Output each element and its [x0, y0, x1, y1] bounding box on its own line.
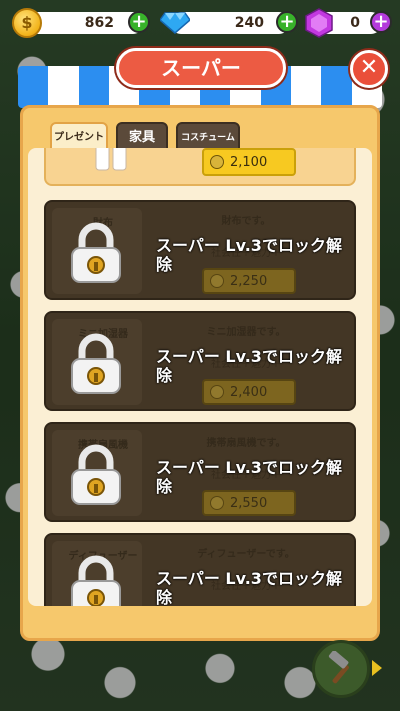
buy-button[interactable]: 2,100	[202, 148, 296, 176]
list-item[interactable]: 財布 財布です。 社会性＋魅力＋ 2,250 スーパー Lv.3でロック解除	[44, 200, 356, 300]
tab-costume[interactable]: コスチューム	[176, 122, 240, 150]
padlock-icon	[71, 555, 121, 606]
gem-amount: 240	[234, 15, 264, 31]
page-title: スーパー	[116, 48, 286, 88]
lock-message: スーパー Lv.3でロック解除	[156, 458, 342, 496]
list-item[interactable]: ミニ加湿器 ミニ加湿器です。 社会性＋魅力＋ 2,400 スーパー Lv.3でロ…	[44, 311, 356, 411]
padlock-icon	[71, 222, 121, 283]
premium-amount: 0	[350, 15, 360, 31]
close-button[interactable]: ✕	[350, 50, 388, 88]
list-item: 2,100	[44, 148, 356, 186]
coin-icon: $	[12, 8, 42, 38]
lock-message: スーパー Lv.3でロック解除	[156, 236, 342, 274]
tab-furniture[interactable]: 家具	[116, 122, 168, 150]
item-list[interactable]: 2,100 財布 財布です。 社会性＋魅力＋ 2,250 スーパー Lv.3でロ…	[28, 148, 372, 606]
tab-present[interactable]: プレゼント	[50, 122, 108, 150]
close-icon: ✕	[359, 55, 379, 80]
add-gems-button[interactable]: +	[276, 11, 298, 33]
coin-icon	[210, 155, 224, 169]
add-coins-button[interactable]: +	[128, 11, 150, 33]
build-hammer-button[interactable]	[312, 640, 370, 698]
add-premium-button[interactable]: +	[370, 11, 392, 33]
lock-message: スーパー Lv.3でロック解除	[156, 347, 342, 385]
list-item[interactable]: ディフューザー ディフューザーです。 社会性＋魅力＋ スーパー Lv.3でロック…	[44, 533, 356, 606]
purple-gem-icon	[305, 8, 333, 38]
blue-gem-icon	[160, 12, 190, 34]
currency-bar: 862 $ + 240 + 0 +	[0, 0, 400, 44]
padlock-icon	[71, 333, 121, 394]
gift-item-icon	[95, 148, 127, 171]
list-item[interactable]: 携帯扇風機 携帯扇風機です。 社会性＋魅力＋ 2,550 スーパー Lv.3でロ…	[44, 422, 356, 522]
hammer-icon	[328, 651, 349, 684]
arrow-right-icon[interactable]	[372, 660, 382, 676]
item-price: 2,100	[230, 155, 268, 170]
padlock-icon	[71, 444, 121, 505]
coin-amount: 862	[84, 15, 114, 31]
lock-message: スーパー Lv.3でロック解除	[156, 569, 342, 606]
